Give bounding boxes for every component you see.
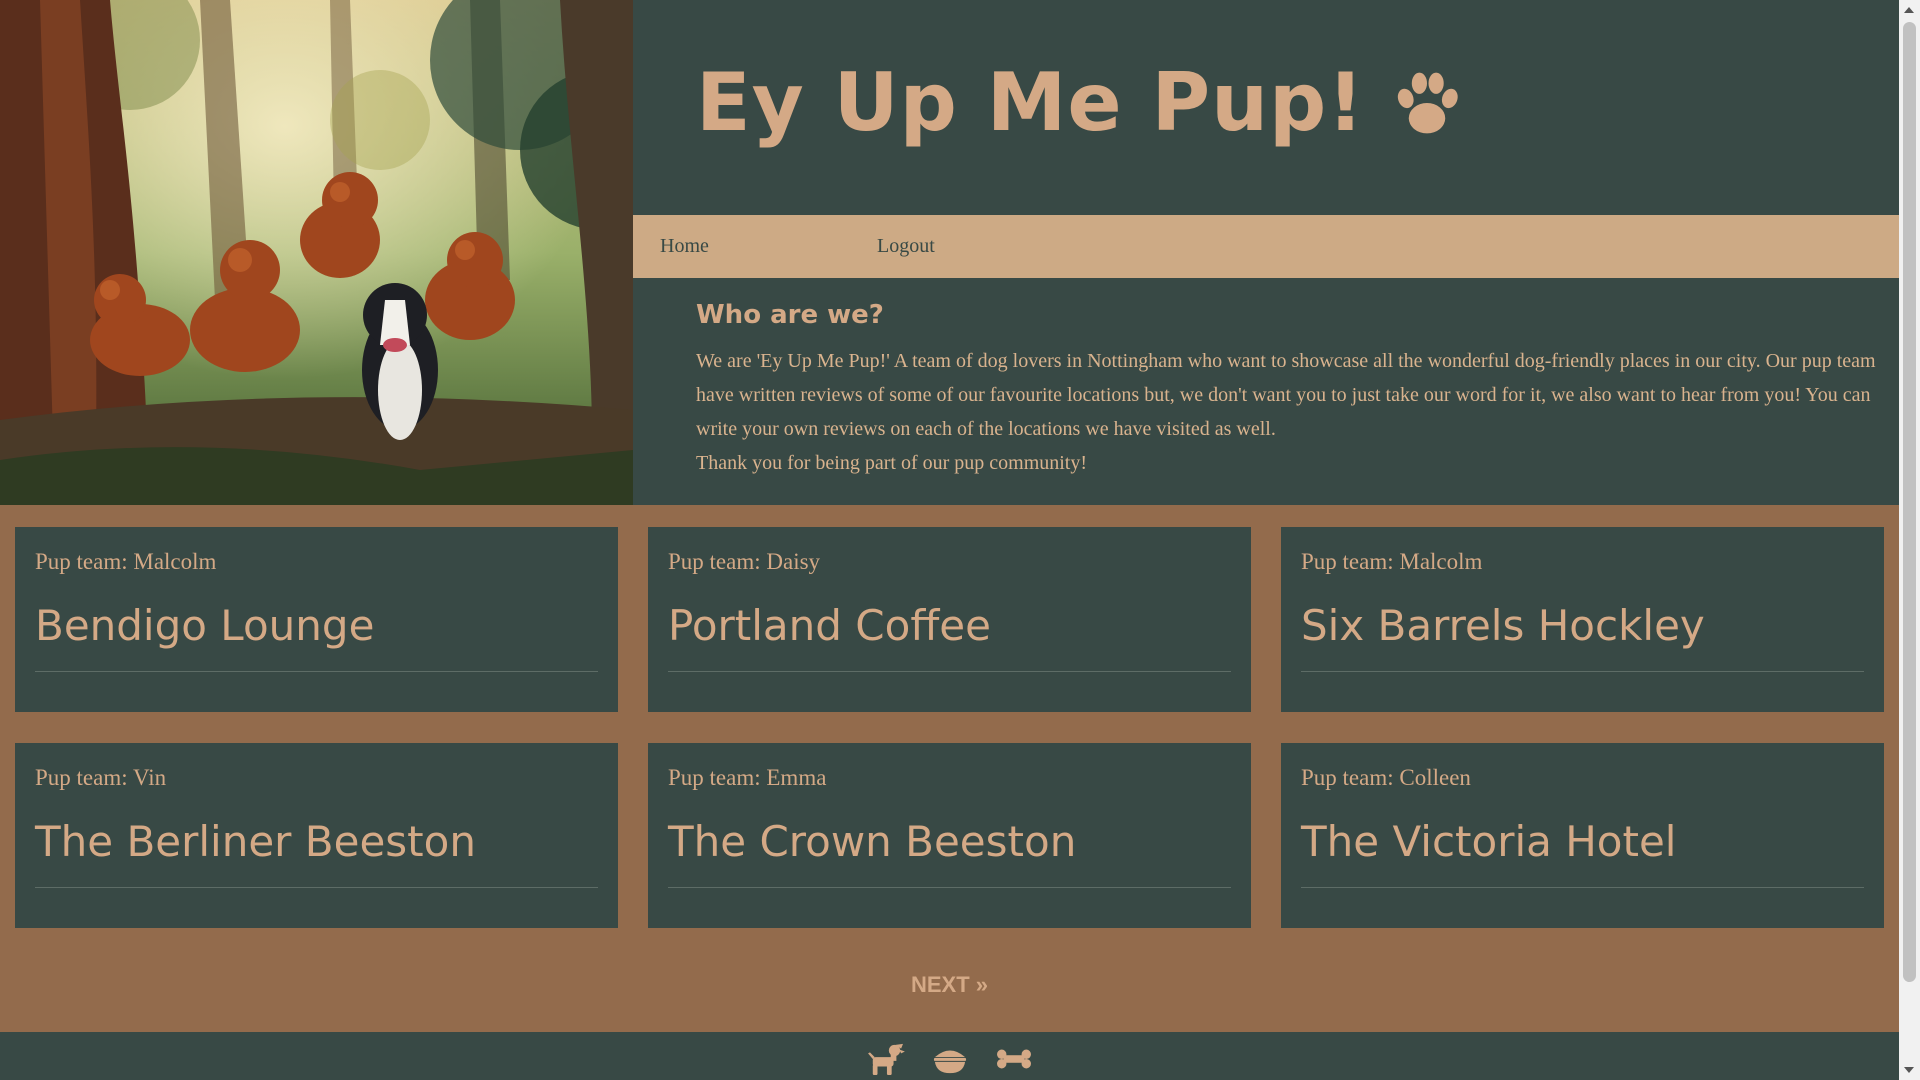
scroll-down-icon[interactable] [1904, 1067, 1914, 1073]
review-card[interactable]: Pup team: Vin The Berliner Beeston [15, 743, 618, 928]
review-card[interactable]: Pup team: Colleen The Victoria Hotel [1281, 743, 1884, 928]
scroll-thumb[interactable] [1903, 22, 1916, 982]
card-divider [1301, 671, 1864, 672]
site-title: Ey Up Me Pup! [696, 56, 1465, 149]
card-venue-title[interactable]: The Victoria Hotel [1301, 817, 1676, 866]
card-venue-title[interactable]: Six Barrels Hockley [1301, 601, 1705, 650]
hero-content: Ey Up Me Pup! Home Logout Who are we? We… [633, 0, 1899, 505]
dog-icon[interactable] [867, 1042, 905, 1076]
review-card[interactable]: Pup team: Malcolm Six Barrels Hockley [1281, 527, 1884, 712]
review-card[interactable]: Pup team: Emma The Crown Beeston [648, 743, 1251, 928]
page-scrollbar[interactable] [1899, 0, 1920, 1080]
card-venue-title[interactable]: Portland Coffee [668, 601, 991, 650]
bone-icon[interactable] [995, 1042, 1033, 1076]
about-section: Who are we? We are 'Ey Up Me Pup!' A tea… [696, 300, 1876, 480]
card-divider [1301, 887, 1864, 888]
card-author: Pup team: Emma [668, 765, 827, 790]
card-author: Pup team: Vin [35, 765, 167, 790]
card-divider [668, 671, 1231, 672]
card-divider [35, 887, 598, 888]
card-author: Pup team: Malcolm [35, 549, 217, 574]
card-venue-title[interactable]: The Crown Beeston [668, 817, 1076, 866]
footer [0, 1032, 1899, 1080]
review-card[interactable]: Pup team: Malcolm Bendigo Lounge [15, 527, 618, 712]
food-bowl-icon[interactable] [931, 1042, 969, 1076]
nav-logout-link[interactable]: Logout [877, 235, 935, 258]
card-author: Pup team: Colleen [1301, 765, 1471, 790]
card-divider [668, 887, 1231, 888]
site-title-text: Ey Up Me Pup! [696, 56, 1365, 149]
card-venue-title[interactable]: Bendigo Lounge [35, 601, 374, 650]
about-thanks: Thank you for being part of our pup comm… [696, 452, 1088, 474]
main-nav: Home Logout [633, 215, 1899, 278]
hero-image [0, 0, 633, 505]
nav-home-link[interactable]: Home [660, 235, 709, 258]
card-venue-title[interactable]: The Berliner Beeston [35, 817, 476, 866]
scroll-up-icon[interactable] [1904, 7, 1914, 13]
card-author: Pup team: Malcolm [1301, 549, 1483, 574]
paw-icon [1397, 72, 1458, 133]
next-page-link[interactable]: NEXT » [0, 972, 1899, 998]
page: Ey Up Me Pup! Home Logout Who are we? We… [0, 0, 1899, 1080]
card-divider [35, 671, 598, 672]
review-card[interactable]: Pup team: Daisy Portland Coffee [648, 527, 1251, 712]
card-author: Pup team: Daisy [668, 549, 821, 574]
about-paragraph: We are 'Ey Up Me Pup!' A team of dog lov… [696, 350, 1876, 440]
hero: Ey Up Me Pup! Home Logout Who are we? We… [0, 0, 1899, 505]
about-heading: Who are we? [696, 300, 884, 330]
